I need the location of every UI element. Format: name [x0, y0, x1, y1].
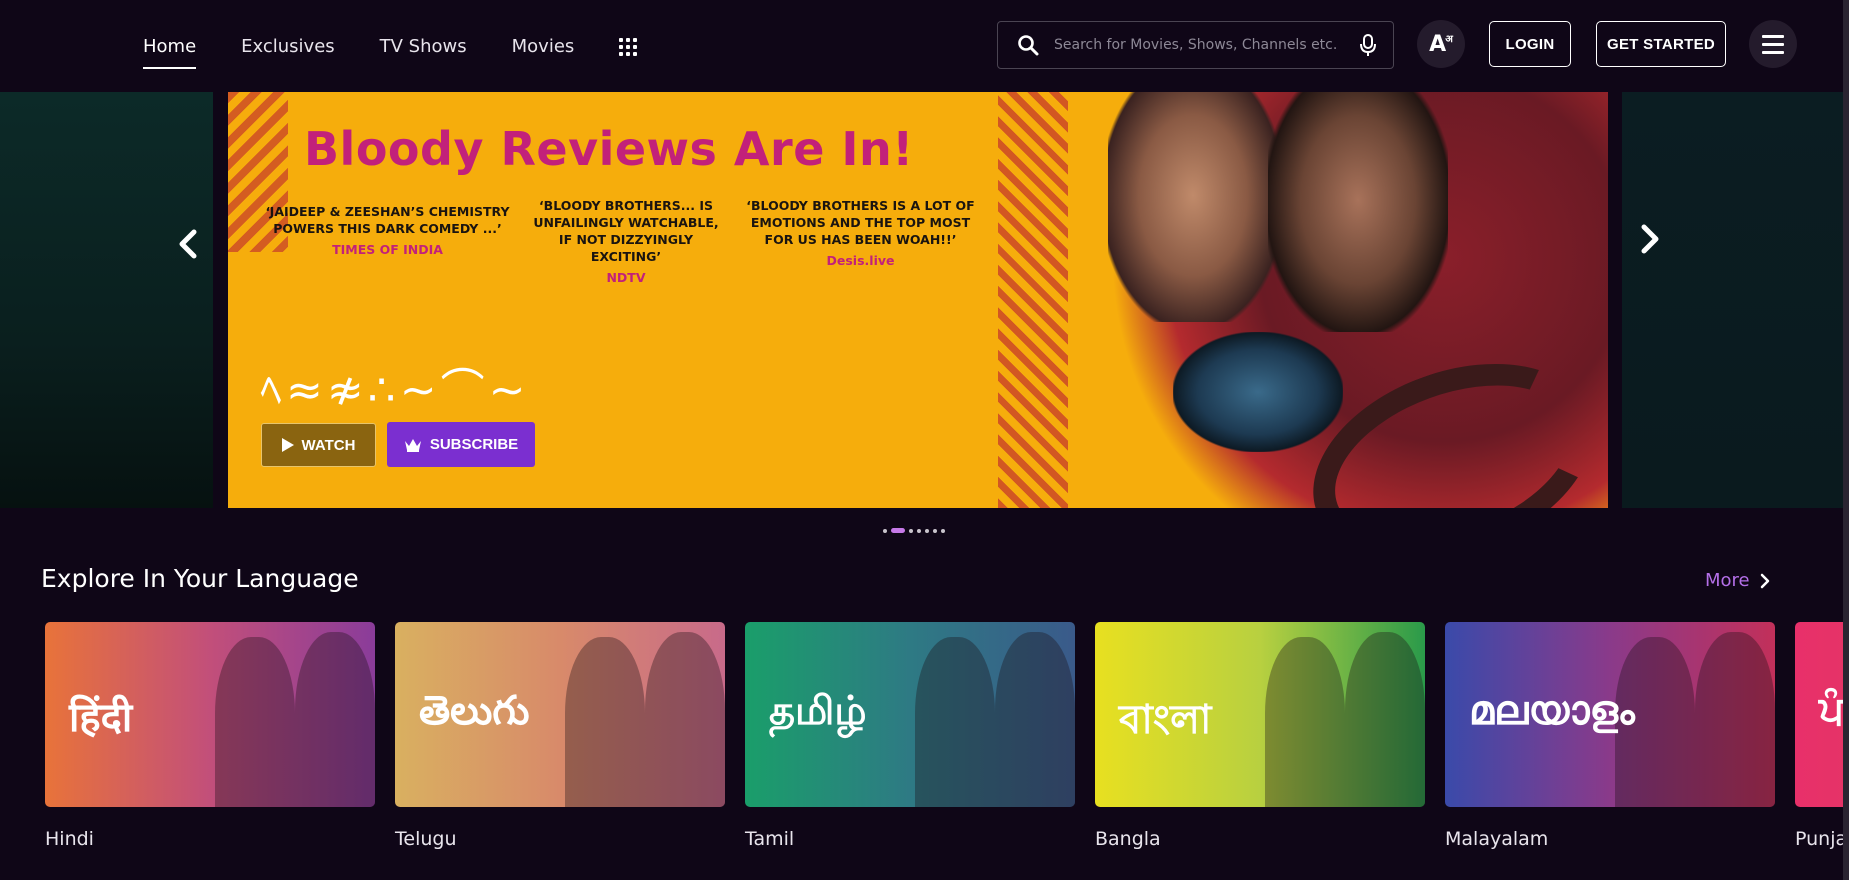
language-cards-row: हिंदी Hindi తెలుగు Telugu தமிழ் Tamil বাংলা Ban… [45, 622, 1843, 880]
language-icon: A [1429, 31, 1447, 57]
actor-image [1265, 637, 1345, 807]
subscribe-label: SUBSCRIBE [429, 436, 519, 453]
actor-image [1268, 92, 1448, 332]
login-button[interactable]: LOGIN [1489, 21, 1571, 67]
actor-image [645, 632, 725, 807]
search-input[interactable] [1054, 37, 1347, 53]
carousel-dot[interactable] [909, 528, 913, 533]
quote-text: ‘JAIDEEP & ZEESHAN’S CHEMISTRY POWERS TH… [265, 204, 510, 236]
section-title: Explore In Your Language [41, 564, 359, 593]
chevron-right-icon[interactable] [1630, 219, 1670, 259]
top-header: Home Exclusives TV Shows Movies Aअ LOGIN… [0, 0, 1849, 92]
carousel-dot[interactable] [933, 528, 937, 533]
carousel-dot[interactable] [925, 528, 929, 533]
actor-image [1695, 632, 1775, 807]
review-quote: ‘BLOODY BROTHERS IS A LOT OF EMOTIONS AN… [738, 198, 983, 270]
language-card[interactable]: தமிழ் [745, 622, 1075, 807]
language-script: తెలుగు [419, 688, 530, 734]
show-logo: ﾍ≈≉∴∼⌒∼ [260, 365, 530, 416]
crown-icon [404, 438, 421, 452]
actor-image [295, 632, 375, 807]
page-scrollbar[interactable] [1843, 0, 1849, 880]
carousel-dot[interactable] [891, 528, 905, 533]
chevron-left-icon[interactable] [168, 224, 208, 264]
more-label: More [1705, 570, 1750, 591]
language-script: മലയാളം [1469, 688, 1635, 734]
microphone-icon[interactable] [1357, 33, 1379, 57]
hamburger-menu-icon[interactable] [1749, 20, 1797, 68]
language-script: ਪੰ [1819, 688, 1843, 734]
language-script: தமிழ் [769, 688, 867, 734]
hero-banner[interactable]: Bloody Reviews Are In! ‘JAIDEEP & ZEESHA… [228, 92, 1608, 508]
language-label[interactable]: Hindi [45, 828, 94, 850]
review-quote: ‘JAIDEEP & ZEESHAN’S CHEMISTRY POWERS TH… [260, 204, 515, 259]
banner-title: Bloody Reviews Are In! [304, 122, 914, 176]
actor-image [565, 637, 645, 807]
nav-exclusives[interactable]: Exclusives [241, 26, 335, 67]
chevron-right-icon [1760, 573, 1769, 588]
carousel-dot[interactable] [917, 528, 921, 533]
get-started-button[interactable]: GET STARTED [1596, 21, 1726, 67]
nav-tv-shows[interactable]: TV Shows [380, 26, 467, 67]
play-icon [281, 438, 294, 452]
carousel-dot[interactable] [883, 528, 887, 533]
language-card[interactable]: മലയാളം [1445, 622, 1775, 807]
language-script: हिंदी [69, 695, 133, 741]
search-box [997, 21, 1394, 69]
actor-image [1345, 632, 1425, 807]
language-label[interactable]: Malayalam [1445, 828, 1548, 850]
language-label[interactable]: Tamil [745, 828, 794, 850]
watch-label: WATCH [301, 436, 356, 454]
language-script: বাংলা [1119, 697, 1212, 743]
watch-button[interactable]: WATCH [261, 423, 376, 467]
more-link[interactable]: More [1705, 570, 1770, 591]
language-card[interactable]: తెలుగు [395, 622, 725, 807]
search-icon[interactable] [1016, 33, 1040, 57]
quote-text: ‘BLOODY BROTHERS IS A LOT OF EMOTIONS AN… [746, 198, 975, 247]
language-label[interactable]: Punja [1795, 828, 1843, 850]
language-card[interactable]: हिंदी [45, 622, 375, 807]
nav-home[interactable]: Home [143, 26, 197, 69]
actor-image [995, 632, 1075, 807]
actor-image [915, 637, 995, 807]
actor-image [1108, 92, 1278, 322]
nav-movies[interactable]: Movies [512, 26, 575, 67]
main-nav: Home Exclusives TV Shows Movies [143, 0, 638, 92]
language-label[interactable]: Telugu [395, 828, 457, 850]
car-image [1173, 332, 1343, 452]
language-icon-sup: अ [1445, 34, 1453, 45]
quote-source: NDTV [606, 269, 646, 285]
apps-grid-icon[interactable] [619, 38, 638, 56]
prev-slide-preview[interactable] [0, 92, 213, 508]
language-card[interactable]: ਪੰ [1795, 622, 1843, 807]
quote-text: ‘BLOODY BROTHERS... IS UNFAILINGLY WATCH… [533, 198, 719, 264]
language-card[interactable]: বাংলা [1095, 622, 1425, 807]
carousel-dot[interactable] [941, 528, 945, 533]
carousel-dots [883, 528, 945, 533]
actor-image [215, 637, 295, 807]
quote-source: TIMES OF INDIA [332, 241, 443, 257]
quote-source: Desis.live [826, 252, 895, 268]
language-button[interactable]: Aअ [1417, 20, 1465, 68]
next-slide-preview[interactable] [1622, 92, 1843, 508]
language-label[interactable]: Bangla [1095, 828, 1161, 850]
review-quote: ‘BLOODY BROTHERS... IS UNFAILINGLY WATCH… [526, 198, 726, 286]
subscribe-button[interactable]: SUBSCRIBE [387, 422, 535, 467]
